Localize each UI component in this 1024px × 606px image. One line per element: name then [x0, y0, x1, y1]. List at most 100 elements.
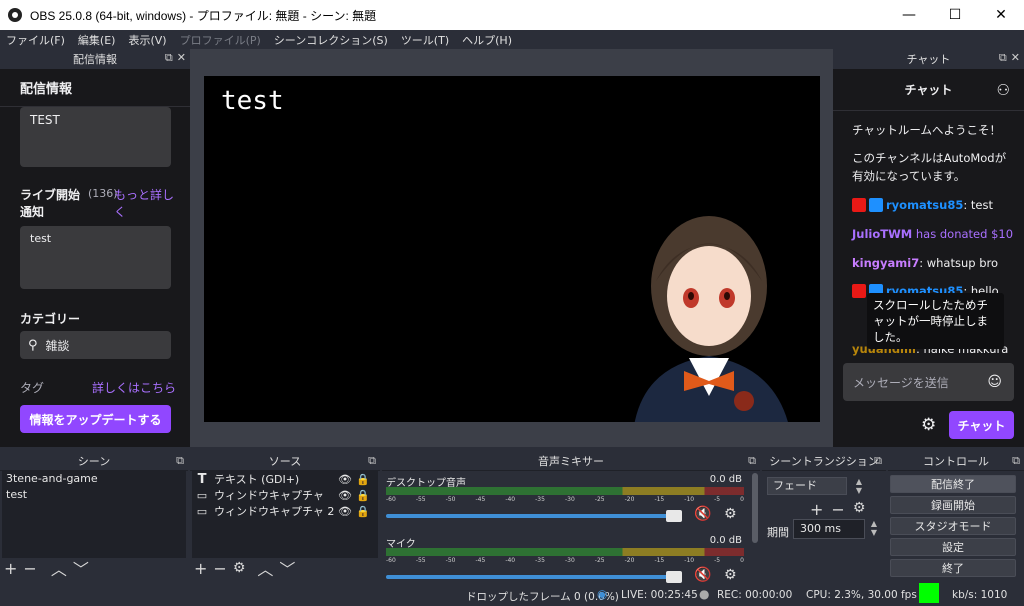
meter-ticks: -60 -55 -50 -45 -40 -35 -30 -25 -20 -15 -10 -5 0	[386, 496, 744, 503]
sources-header: ソース ⧉	[190, 451, 380, 471]
settings-button[interactable]: 設定	[890, 538, 1016, 556]
lock-icon[interactable]: 🔒	[356, 473, 370, 486]
visibility-eye-icon[interactable]: 👁	[338, 473, 352, 486]
users-icon[interactable]: ⚇	[997, 81, 1010, 99]
window-icon: ▭	[196, 488, 208, 502]
volume-slider[interactable]	[386, 571, 682, 583]
muted-speaker-icon[interactable]: 🔇	[694, 567, 711, 583]
visibility-eye-icon[interactable]: 👁	[338, 505, 352, 518]
menu-help[interactable]: ヘルプ(H)	[462, 32, 512, 48]
select-arrows-icon[interactable]: ▲ ▼	[852, 477, 866, 495]
menu-profile[interactable]: プロファイル(P)	[180, 32, 261, 48]
maximize-button[interactable]: ☐	[932, 0, 978, 30]
chat-text: has donated $10	[912, 227, 1014, 241]
muted-speaker-icon[interactable]: 🔇	[694, 506, 711, 522]
tags-learn-more-link[interactable]: 詳しくはこちら	[92, 379, 176, 396]
float-dock-icon[interactable]: ⧉	[748, 454, 756, 468]
float-dock-icon[interactable]: ⧉	[999, 51, 1007, 65]
menu-tools[interactable]: ツール(T)	[401, 32, 449, 48]
remove-icon[interactable]: −	[23, 559, 36, 578]
chat-username[interactable]: ryomatsu85	[886, 198, 963, 212]
add-icon[interactable]: +	[194, 559, 207, 578]
move-down-icon[interactable]: ﹀	[73, 556, 89, 580]
sources-toolbar: + − ⚙ ︿ ﹀	[194, 556, 295, 580]
chat-send-button[interactable]: チャット	[949, 411, 1014, 439]
visibility-eye-icon[interactable]: 👁	[338, 489, 352, 502]
more-details-link[interactable]: もっと詳しく	[114, 187, 174, 221]
chat-paused-tooltip[interactable]: スクロールしたためチャットが一時停止しました。	[867, 293, 1004, 349]
program-preview[interactable]: test	[204, 76, 820, 422]
gear-icon[interactable]: ⚙	[853, 500, 866, 519]
meter-tick-label: -15	[654, 496, 665, 503]
chat-settings-gear-icon[interactable]: ⚙	[921, 415, 936, 435]
add-icon[interactable]: +	[4, 559, 17, 578]
exit-button[interactable]: 終了	[890, 559, 1016, 577]
remove-icon[interactable]: −	[213, 559, 226, 578]
scene-transitions-dock: シーントランジション ⧉ フェード ▲ ▼ + − ⚙ 期間 300 ms ▲ ▼	[762, 451, 886, 584]
lock-icon[interactable]: 🔒	[356, 489, 370, 502]
scene-item[interactable]: 3tene-and-game	[2, 471, 186, 487]
start-recording-button[interactable]: 録画開始	[890, 496, 1016, 514]
menu-scene-collection[interactable]: シーンコレクション(S)	[274, 32, 388, 48]
transition-select[interactable]: フェード	[767, 477, 847, 495]
gear-icon[interactable]: ⚙	[233, 560, 246, 576]
title-textarea[interactable]: TEST	[20, 107, 171, 167]
close-button[interactable]: ✕	[978, 0, 1024, 30]
spinner-arrows-icon[interactable]: ▲ ▼	[867, 519, 881, 539]
add-icon[interactable]: +	[810, 500, 823, 519]
source-item[interactable]: ▭ ウィンドウキャプチャ 2 👁 🔒	[192, 503, 378, 519]
dock-title: 配信情報	[73, 53, 117, 66]
float-dock-icon[interactable]: ⧉	[165, 51, 173, 65]
source-label: テキスト (GDI+)	[214, 473, 300, 486]
float-dock-icon[interactable]: ⧉	[368, 454, 376, 468]
move-down-icon[interactable]: ﹀	[279, 556, 295, 580]
slider-handle[interactable]	[666, 510, 682, 522]
scene-item[interactable]: test	[2, 487, 186, 503]
notify-textarea[interactable]: test	[20, 226, 171, 289]
emote-icon[interactable]: ☺	[987, 374, 1002, 390]
meter-tick-label: -15	[654, 557, 665, 564]
menu-view[interactable]: 表示(V)	[128, 32, 166, 48]
update-info-button[interactable]: 情報をアップデートする	[20, 405, 171, 433]
chat-message-input[interactable]: メッセージを送信 ☺	[843, 363, 1014, 401]
move-up-icon[interactable]: ︿	[51, 556, 67, 580]
volume-slider[interactable]	[386, 510, 682, 522]
source-item[interactable]: ▭ ウィンドウキャプチャ 👁 🔒	[192, 487, 378, 503]
minimize-button[interactable]: —	[886, 0, 932, 30]
chat-welcome: チャットルームへようこそ！	[852, 123, 1002, 137]
close-dock-icon[interactable]: ✕	[1011, 51, 1020, 65]
source-item[interactable]: T テキスト (GDI+) 👁 🔒	[192, 471, 378, 487]
float-dock-icon[interactable]: ⧉	[1012, 454, 1020, 468]
move-up-icon[interactable]: ︿	[257, 556, 273, 580]
prime-badge-icon	[869, 198, 883, 212]
meter-tick-label: -25	[594, 557, 605, 564]
studio-mode-button[interactable]: スタジオモード	[890, 517, 1016, 535]
menu-edit[interactable]: 編集(E)	[78, 32, 116, 48]
close-dock-icon[interactable]: ✕	[177, 51, 186, 65]
meter-tick-label: -45	[475, 557, 486, 564]
meter-tick-label: -35	[535, 496, 545, 503]
float-dock-icon[interactable]: ⧉	[874, 454, 882, 468]
slider-handle[interactable]	[666, 571, 682, 583]
mixer-scrollbar[interactable]	[752, 473, 758, 543]
chat-username[interactable]: JulioTWM	[852, 227, 912, 241]
duration-input[interactable]: 300 ms	[793, 519, 865, 539]
gear-icon[interactable]: ⚙	[724, 506, 737, 522]
transitions-title: シーントランジション	[769, 454, 879, 468]
chat-header-title: チャット	[904, 83, 953, 97]
remove-icon[interactable]: −	[831, 500, 844, 519]
gear-icon[interactable]: ⚙	[724, 567, 737, 583]
chat-message: kingyami7: whatsup bro	[852, 254, 1017, 272]
mixer-header: 音声ミキサー ⧉	[382, 451, 760, 471]
chat-dock-title: チャット	[906, 53, 951, 66]
category-search-input[interactable]: ⚲ 雑談	[20, 331, 171, 359]
float-dock-icon[interactable]: ⧉	[176, 454, 184, 468]
scenes-header: シーン ⧉	[0, 451, 188, 471]
chat-username[interactable]: kingyami7	[852, 256, 919, 270]
stop-streaming-button[interactable]: 配信終了	[890, 475, 1016, 493]
chat-text: : whatsup bro	[919, 256, 999, 270]
meter-tick-label: -25	[594, 496, 605, 503]
menu-file[interactable]: ファイル(F)	[6, 32, 65, 48]
lock-icon[interactable]: 🔒	[356, 505, 370, 518]
title-bar: OBS 25.0.8 (64-bit, windows) - プロファイル: 無…	[0, 0, 1024, 30]
